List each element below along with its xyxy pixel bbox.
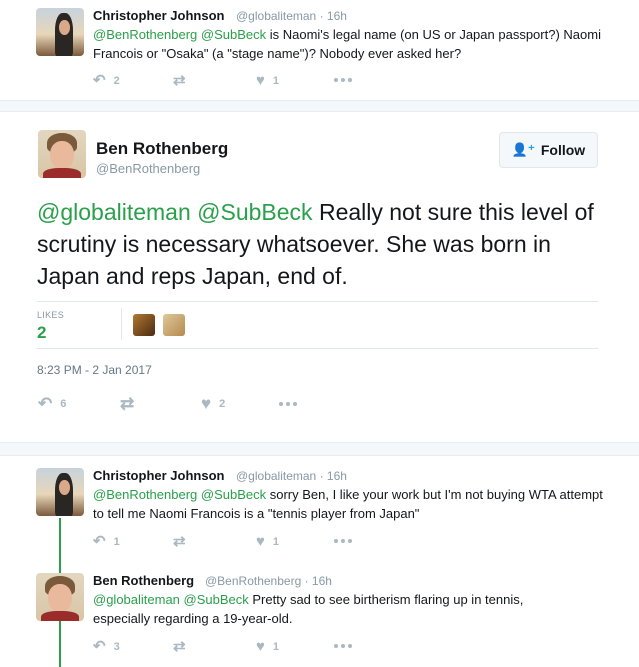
tweet-timestamp[interactable]: 8:23 PM - 2 Jan 2017 [37, 363, 152, 377]
avatar[interactable] [36, 573, 84, 621]
author-handle[interactable]: @globaliteman · 16h [236, 469, 347, 483]
retweet-icon: ⇄ [173, 72, 186, 89]
follow-person-icon: 👤⁺ [511, 142, 535, 157]
reply-icon: ↶ [93, 72, 106, 89]
reply-tweet[interactable]: Ben Rothenberg @BenRothenberg · 16h @glo… [0, 566, 639, 667]
retweet-button[interactable]: ⇄ [173, 73, 194, 88]
tweet-text: @BenRothenberg @SubBeck sorry Ben, I lik… [93, 485, 613, 523]
reply-count: 3 [113, 640, 120, 653]
more-icon [279, 402, 297, 406]
tweet-top[interactable]: Christopher Johnson @globaliteman · 16h … [0, 0, 639, 100]
retweet-icon: ⇄ [173, 638, 186, 655]
separator [0, 442, 639, 456]
reply-button[interactable]: ↶ 3 [93, 639, 120, 654]
author-name[interactable]: Ben Rothenberg [93, 573, 194, 588]
divider [37, 301, 598, 302]
like-count: 1 [272, 74, 280, 87]
divider [37, 348, 598, 349]
like-button[interactable]: ♥ 2 [201, 394, 226, 413]
reply-count: 1 [113, 535, 120, 548]
author-handle[interactable]: @BenRothenberg · 16h [205, 574, 332, 588]
retweet-button[interactable]: ⇄ [173, 639, 194, 654]
tweet-actions: ↶ 2 ⇄ ♥ 1 [93, 73, 393, 89]
avatar-face [49, 140, 75, 170]
tweet-mentions[interactable]: @BenRothenberg @SubBeck [93, 487, 266, 502]
retweet-button[interactable]: ⇄ [120, 394, 142, 413]
handle-text[interactable]: @BenRothenberg [205, 574, 301, 588]
author-handle[interactable]: @globaliteman · 16h [236, 9, 347, 23]
author-handle[interactable]: @BenRothenberg [96, 161, 200, 176]
follow-label: Follow [540, 142, 586, 158]
author-name[interactable]: Christopher Johnson [93, 468, 224, 483]
reply-button[interactable]: ↶ 2 [93, 73, 120, 88]
heart-icon: ♥ [256, 533, 265, 550]
more-icon [334, 644, 352, 648]
avatar-face [59, 20, 70, 35]
reply-button[interactable]: ↶ 6 [38, 394, 67, 413]
author-name[interactable]: Ben Rothenberg [96, 139, 228, 159]
tweet-text: @globaliteman @SubBeck Pretty sad to see… [93, 590, 573, 628]
tweet-text: @BenRothenberg @SubBeck is Naomi's legal… [93, 25, 613, 63]
tweet-time[interactable]: · 16h [305, 574, 332, 588]
more-button[interactable] [279, 402, 297, 406]
liker-avatar[interactable] [163, 314, 185, 336]
author-name[interactable]: Christopher Johnson [93, 8, 224, 23]
likes-label[interactable]: LIKES [37, 310, 64, 320]
avatar[interactable] [36, 8, 84, 56]
reply-count: 2 [113, 74, 120, 87]
retweet-icon: ⇄ [120, 394, 135, 413]
like-button[interactable]: ♥ 1 [256, 534, 279, 549]
tweet-time[interactable]: · 16h [320, 9, 347, 23]
reply-icon: ↶ [93, 638, 106, 655]
avatar-shirt [42, 168, 82, 178]
avatar-face [47, 583, 73, 613]
heart-icon: ♥ [256, 72, 265, 89]
avatar[interactable] [36, 468, 84, 516]
avatar-face [59, 480, 70, 495]
reply-tweet[interactable]: Christopher Johnson @globaliteman · 16h … [0, 456, 639, 566]
like-count: 2 [219, 397, 226, 410]
heart-icon: ♥ [201, 394, 212, 413]
reply-button[interactable]: ↶ 1 [93, 534, 120, 549]
tweet-text: @globaliteman @SubBeck Really not sure t… [37, 196, 602, 292]
handle-text[interactable]: @globaliteman [236, 9, 316, 23]
liker-avatar[interactable] [133, 314, 155, 336]
more-icon [334, 539, 352, 543]
main-tweet: Ben Rothenberg @BenRothenberg 👤⁺ Follow … [0, 112, 639, 442]
avatar[interactable] [38, 130, 86, 178]
more-button[interactable] [334, 644, 352, 648]
follow-button[interactable]: 👤⁺ Follow [499, 132, 598, 168]
like-count: 1 [272, 535, 280, 548]
heart-icon: ♥ [256, 638, 265, 655]
retweet-icon: ⇄ [173, 533, 186, 550]
like-button[interactable]: ♥ 1 [256, 639, 279, 654]
separator [0, 100, 639, 112]
more-button[interactable] [334, 78, 352, 82]
like-count: 1 [272, 640, 280, 653]
avatar-shirt [40, 611, 80, 621]
likes-count[interactable]: 2 [37, 323, 46, 343]
reply-icon: ↶ [38, 394, 53, 413]
handle-text[interactable]: @globaliteman [236, 469, 316, 483]
tweet-actions: ↶ 3 ⇄ ♥ 1 [93, 639, 393, 655]
tweet-time[interactable]: · 16h [320, 469, 347, 483]
like-button[interactable]: ♥ 1 [256, 73, 279, 88]
tweet-actions: ↶ 6 ⇄ ♥ 2 [38, 394, 338, 413]
reply-count: 6 [60, 397, 67, 410]
reply-icon: ↶ [93, 533, 106, 550]
divider-vertical [121, 308, 122, 340]
tweet-mentions[interactable]: @globaliteman @SubBeck [37, 199, 313, 225]
more-button[interactable] [334, 539, 352, 543]
tweet-mentions[interactable]: @globaliteman @SubBeck [93, 592, 249, 607]
tweet-mentions[interactable]: @BenRothenberg @SubBeck [93, 27, 266, 42]
more-icon [334, 78, 352, 82]
retweet-button[interactable]: ⇄ [173, 534, 194, 549]
tweet-actions: ↶ 1 ⇄ ♥ 1 [93, 534, 393, 550]
